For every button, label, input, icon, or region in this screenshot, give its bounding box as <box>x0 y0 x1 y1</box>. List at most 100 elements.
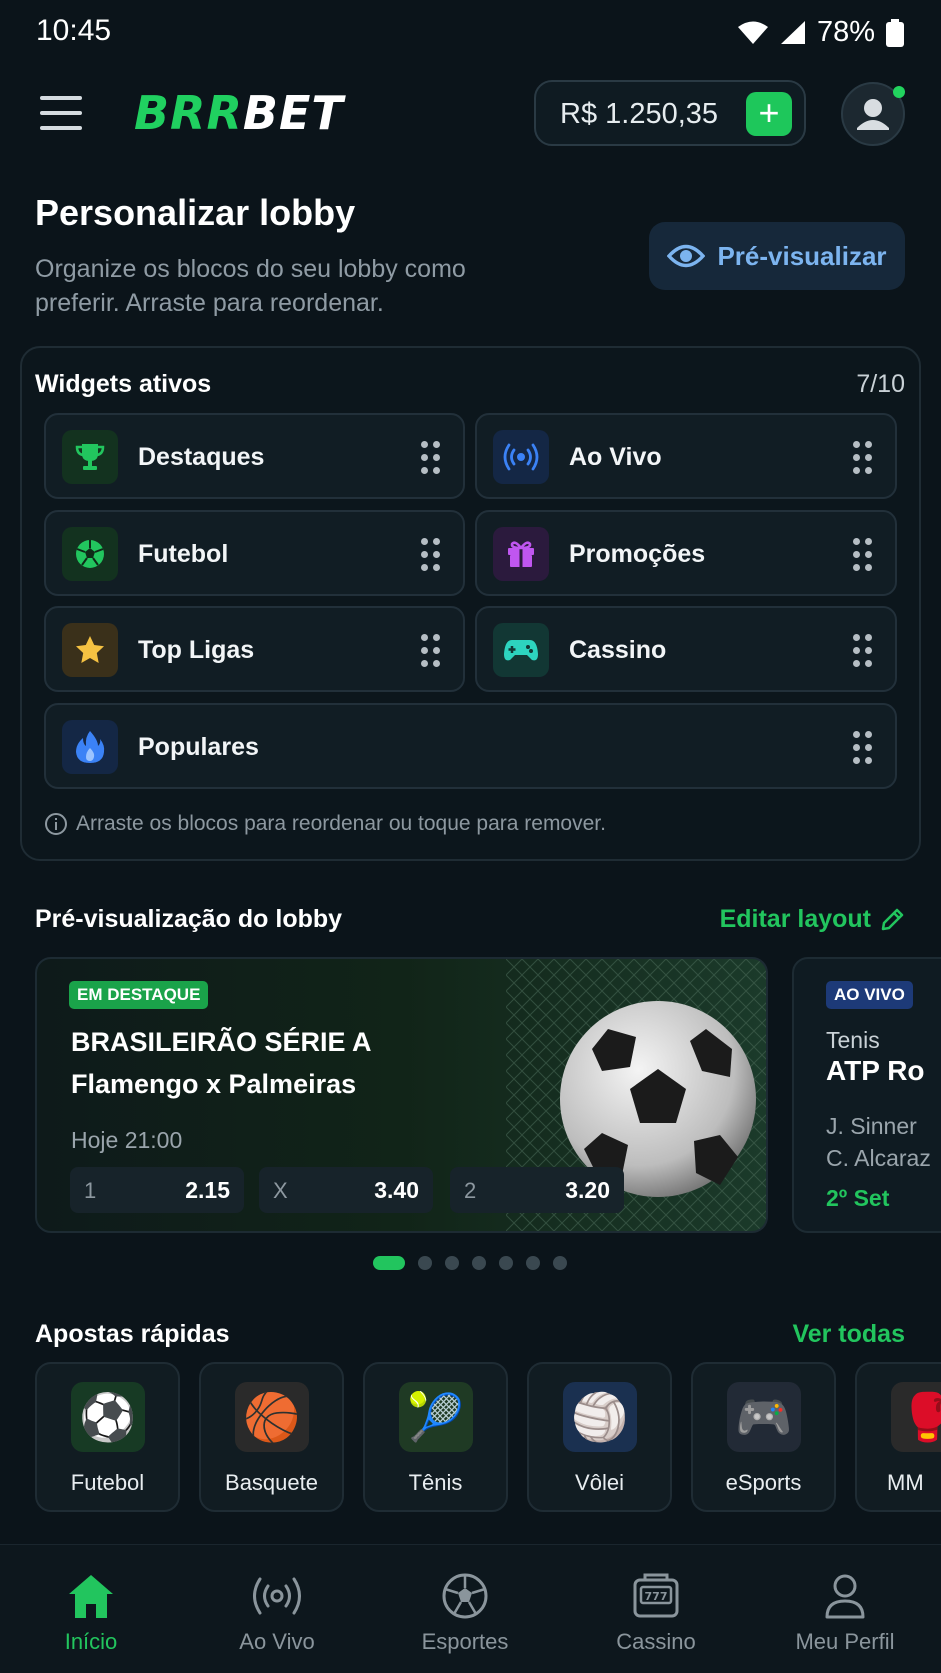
page-title: Personalizar lobby <box>35 192 356 233</box>
gamepad-icon <box>493 623 549 677</box>
odd-button-draw[interactable]: X 3.40 <box>259 1167 433 1213</box>
live-badge: AO VIVO <box>826 981 913 1009</box>
widget-label: Promoções <box>569 540 706 568</box>
online-indicator <box>893 86 905 98</box>
brand-logo[interactable]: BRRBET <box>134 86 344 140</box>
odd-button-away[interactable]: 2 3.20 <box>450 1167 624 1213</box>
odd-button-home[interactable]: 1 2.15 <box>70 1167 244 1213</box>
featured-match-card[interactable]: EM DESTAQUE BRASILEIRÃO SÉRIE A Flamengo… <box>35 957 768 1233</box>
widget-label: Destaques <box>138 443 265 471</box>
drag-handle-icon[interactable] <box>853 731 873 765</box>
quick-bet-volei[interactable]: 🏐 Vôlei <box>527 1362 672 1512</box>
quick-bet-futebol[interactable]: ⚽ Futebol <box>35 1362 180 1512</box>
live-player-1: J. Sinner <box>826 1113 917 1139</box>
drag-handle-icon[interactable] <box>853 634 873 668</box>
quick-bet-label: MM <box>887 1470 924 1495</box>
featured-teams: Flamengo x Palmeiras <box>71 1069 357 1099</box>
live-sport: Tenis <box>826 1027 880 1053</box>
home-icon <box>69 1575 113 1618</box>
status-icons: 78% <box>737 16 905 49</box>
status-time: 10:45 <box>36 14 112 47</box>
signal-icon <box>780 20 805 44</box>
quick-bet-esports[interactable]: 🎮 eSports <box>691 1362 836 1512</box>
widgets-title: Widgets ativos <box>35 370 212 398</box>
drag-handle-icon[interactable] <box>853 538 873 572</box>
live-set: 2º Set <box>826 1185 890 1211</box>
slot-machine-icon: 777 <box>633 1573 679 1618</box>
preview-button[interactable]: Pré-visualizar <box>649 222 905 290</box>
widget-label: Populares <box>138 733 259 761</box>
balance-pill[interactable]: R$ 1.250,35 + <box>534 80 806 146</box>
widgets-hint-text: Arraste os blocos para reordenar ou toqu… <box>76 812 606 835</box>
user-icon <box>825 1574 865 1619</box>
eye-icon <box>667 244 706 268</box>
pagination-dot[interactable] <box>499 1256 513 1270</box>
status-bar: 10:45 78% <box>0 0 941 66</box>
widgets-hint: Arraste os blocos para reordenar ou toqu… <box>44 812 606 836</box>
widget-ao-vivo[interactable]: Ao Vivo <box>475 413 897 499</box>
soccer-ball-icon <box>442 1573 488 1619</box>
nav-label: Cassino <box>616 1629 696 1654</box>
pagination-dot[interactable] <box>526 1256 540 1270</box>
live-match-card[interactable]: AO VIVO Tenis ATP Ro J. Sinner C. Alcara… <box>792 957 941 1233</box>
nav-ao-vivo[interactable]: Ao Vivo <box>192 1569 362 1655</box>
wifi-icon <box>737 21 768 44</box>
widget-populares[interactable]: Populares <box>44 703 897 789</box>
quick-bet-basquete[interactable]: 🏀 Basquete <box>199 1362 344 1512</box>
trophy-icon <box>62 430 118 484</box>
pagination-dot[interactable] <box>445 1256 459 1270</box>
pagination-dot[interactable] <box>418 1256 432 1270</box>
pagination-dot[interactable] <box>472 1256 486 1270</box>
balance-amount: R$ 1.250,35 <box>560 98 719 130</box>
quick-bet-label: Tênis <box>408 1470 463 1495</box>
info-icon <box>45 813 67 835</box>
star-icon <box>62 623 118 677</box>
quick-bet-label: Futebol <box>70 1470 145 1495</box>
drag-handle-icon[interactable] <box>421 441 441 475</box>
gamepad-icon: 🎮 <box>727 1382 801 1452</box>
widget-futebol[interactable]: Futebol <box>44 510 465 596</box>
pagination-dot[interactable] <box>553 1256 567 1270</box>
tennis-ball-icon: 🎾 <box>399 1382 473 1452</box>
gift-icon <box>493 527 549 581</box>
preview-button-label: Pré-visualizar <box>717 240 887 271</box>
soccer-ball-icon <box>62 527 118 581</box>
quick-bet-label: Basquete <box>225 1470 318 1495</box>
hamburger-menu-icon[interactable] <box>40 96 82 132</box>
widget-label: Cassino <box>569 636 667 664</box>
nav-label: Ao Vivo <box>239 1629 315 1654</box>
nav-esportes[interactable]: Esportes <box>380 1569 550 1655</box>
avatar[interactable] <box>841 82 905 146</box>
widget-top-ligas[interactable]: Top Ligas <box>44 606 465 692</box>
volleyball-icon: 🏐 <box>563 1382 637 1452</box>
page-subtitle: Organize os blocos do seu lobby como pre… <box>35 255 466 317</box>
quick-bet-label: eSports <box>725 1470 802 1495</box>
nav-inicio[interactable]: Início <box>6 1569 176 1655</box>
pagination-dot-active[interactable] <box>373 1256 405 1270</box>
nav-cassino[interactable]: 777 Cassino <box>571 1569 741 1655</box>
widget-promocoes[interactable]: Promoções <box>475 510 897 596</box>
nav-label: Esportes <box>421 1629 509 1654</box>
see-all-link[interactable]: Ver todas <box>792 1320 905 1349</box>
nav-meu-perfil[interactable]: Meu Perfil <box>760 1569 930 1655</box>
bottom-navigation: Início Ao Vivo Esportes 777 Cassino Meu … <box>0 1544 941 1673</box>
drag-handle-icon[interactable] <box>421 538 441 572</box>
widget-label: Top Ligas <box>138 636 255 664</box>
soccer-ball-icon: ⚽ <box>71 1382 145 1452</box>
broadcast-icon <box>493 430 549 484</box>
featured-league: BRASILEIRÃO SÉRIE A <box>71 1027 372 1057</box>
nav-label: Meu Perfil <box>795 1629 895 1654</box>
quick-bet-mma[interactable]: 🥊 MM <box>855 1362 941 1512</box>
lobby-preview-title: Pré-visualização do lobby <box>35 905 343 933</box>
widget-cassino[interactable]: Cassino <box>475 606 897 692</box>
drag-handle-icon[interactable] <box>421 634 441 668</box>
widget-destaques[interactable]: Destaques <box>44 413 465 499</box>
widgets-count: 7/10 <box>856 370 905 398</box>
quick-bet-label: Vôlei <box>575 1470 624 1495</box>
drag-handle-icon[interactable] <box>853 441 873 475</box>
deposit-button[interactable]: + <box>746 92 792 136</box>
edit-layout-link[interactable]: Editar layout <box>720 905 905 934</box>
nav-label: Início <box>64 1629 118 1654</box>
flame-icon <box>62 720 118 774</box>
quick-bet-tenis[interactable]: 🎾 Tênis <box>363 1362 508 1512</box>
